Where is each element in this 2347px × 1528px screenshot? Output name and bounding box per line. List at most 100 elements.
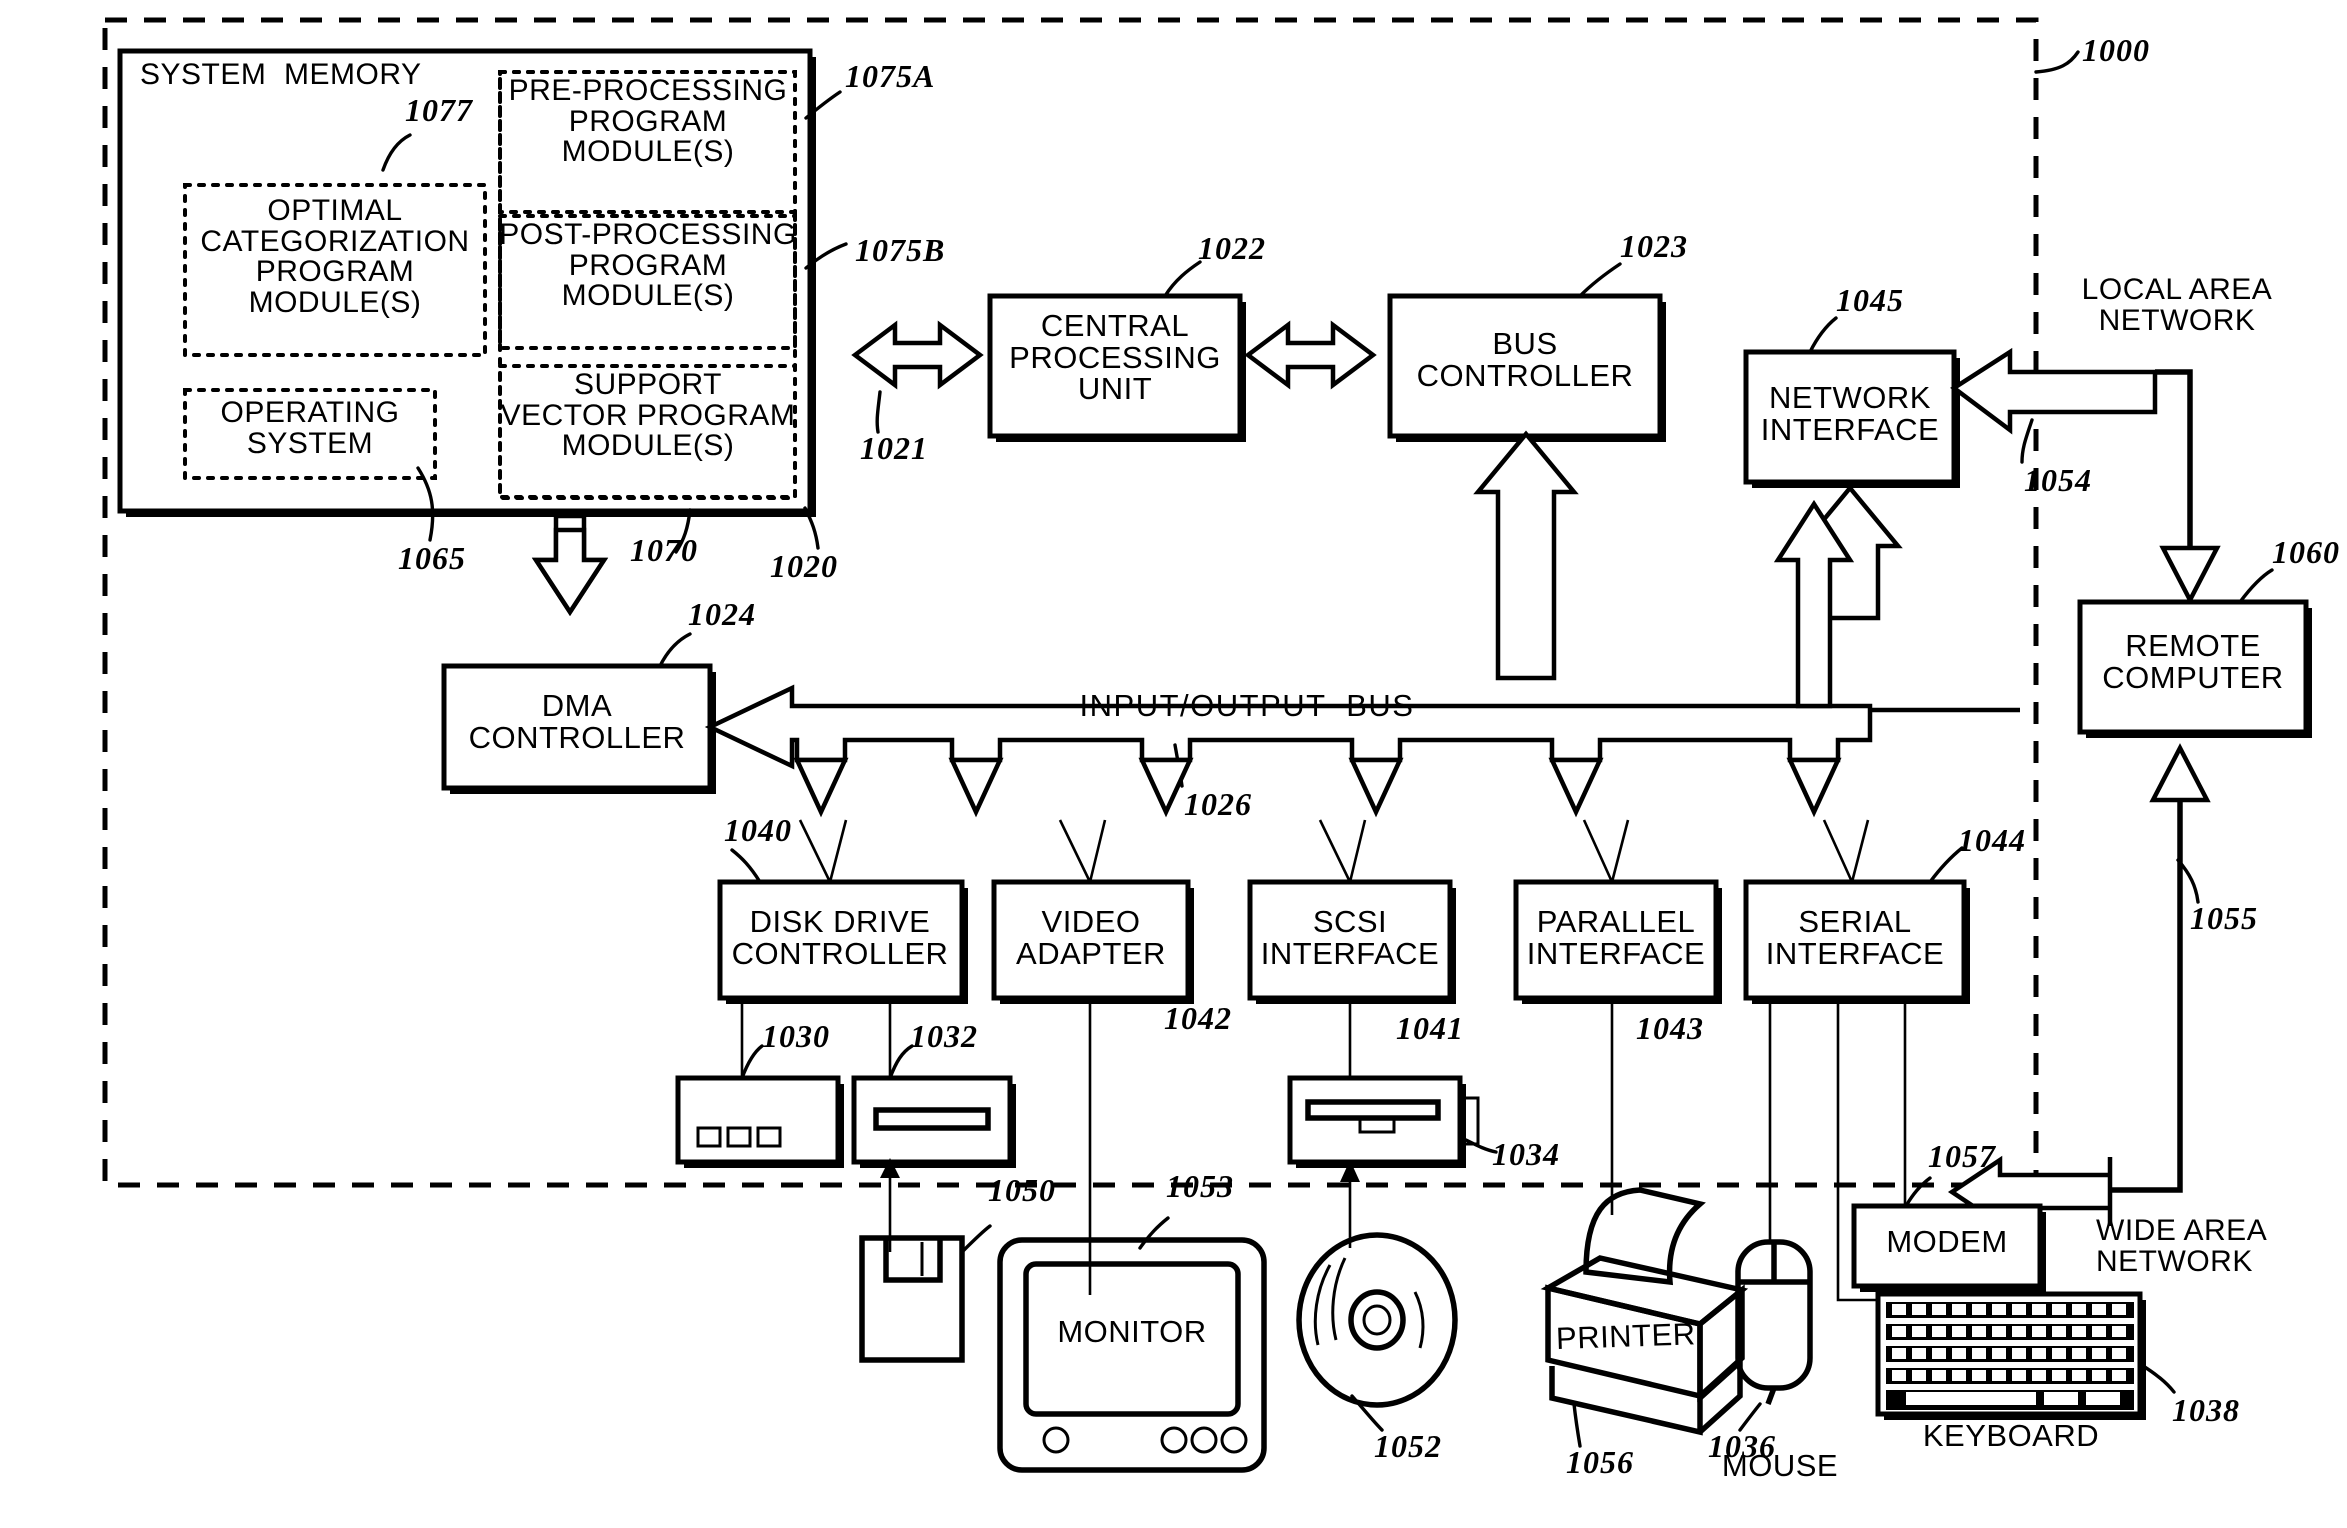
text-line: NETWORK xyxy=(1769,380,1931,415)
lan-link-line xyxy=(2155,369,2193,555)
ref-1077: 1077 xyxy=(405,92,473,128)
leader-1023 xyxy=(1578,262,1622,298)
monitor-icon xyxy=(997,1237,1267,1473)
io-drop-parallel xyxy=(1348,757,1404,818)
leader-1024 xyxy=(658,632,692,668)
conn-scsi xyxy=(1318,819,1367,883)
ref-1055: 1055 xyxy=(2190,900,2258,936)
wan-label: WIDE AREA NETWORK xyxy=(2096,1214,2326,1277)
bus-controller-label: BUS CONTROLLER xyxy=(1390,328,1660,391)
ref-1023: 1023 xyxy=(1620,228,1688,264)
ref-1070: 1070 xyxy=(630,532,698,568)
text-line: PROGRAM xyxy=(568,104,728,138)
text-line: DISK DRIVE xyxy=(749,904,931,939)
ref-1057: 1057 xyxy=(1928,1138,1996,1174)
conn-parallel xyxy=(1582,819,1630,883)
leader-1022 xyxy=(1163,260,1202,298)
memory-cpu-bus-arrow xyxy=(851,320,984,390)
ref-1045: 1045 xyxy=(1836,282,1904,318)
ref-1043: 1043 xyxy=(1636,1010,1704,1046)
ref-1022: 1022 xyxy=(1198,230,1266,266)
ref-1024: 1024 xyxy=(688,596,756,632)
post-processing-label: POST-PROCESSING PROGRAM MODULE(S) xyxy=(498,218,798,312)
text-line: POST-PROCESSING xyxy=(499,218,797,251)
printer-label: PRINTER xyxy=(1555,1316,1697,1357)
cpu-label: CENTRAL PROCESSING UNIT xyxy=(990,310,1240,405)
pre-processing-label: PRE-PROCESSING PROGRAM MODULE(S) xyxy=(498,75,798,168)
ref-1050: 1050 xyxy=(988,1172,1056,1208)
leader-1036 xyxy=(1738,1402,1762,1432)
conn-disk xyxy=(798,819,848,883)
text-line: NETWORK xyxy=(2098,303,2256,337)
text-line: SYSTEM xyxy=(246,426,374,460)
text-line: VIDEO xyxy=(1041,904,1141,939)
leader-1054 xyxy=(2020,418,2034,464)
serial-interface-label: SERIAL INTERFACE xyxy=(1744,906,1966,969)
ref-1026: 1026 xyxy=(1184,786,1252,822)
io-drop-serial xyxy=(1548,757,1604,818)
lan-arrow xyxy=(1950,347,2158,435)
ref-1056: 1056 xyxy=(1566,1444,1634,1480)
text-line: ADAPTER xyxy=(1016,935,1166,971)
figure-canvas: .s { fill:none; stroke:#000; stroke-widt… xyxy=(0,0,2347,1528)
cpu-bus-controller-arrow xyxy=(1244,320,1377,390)
leader-1050 xyxy=(960,1224,992,1254)
text-line: SCSI xyxy=(1312,904,1388,939)
keyboard-label: KEYBOARD xyxy=(1922,1418,2100,1453)
cdrom-disc-icon xyxy=(1296,1232,1458,1408)
text-line: MODULE(S) xyxy=(561,429,735,463)
operating-system-label: OPERATING SYSTEM xyxy=(185,396,435,460)
ref-1075A: 1075A xyxy=(845,58,936,94)
ref-1000: 1000 xyxy=(2082,32,2150,68)
ref-1052: 1052 xyxy=(1374,1428,1442,1464)
system-memory-title: SYSTEM MEMORY xyxy=(140,58,422,91)
text-line: SUPPORT xyxy=(574,368,722,401)
support-vector-label: SUPPORT VECTOR PROGRAM MODULE(S) xyxy=(498,368,798,463)
io-drop-network xyxy=(1786,757,1842,818)
ref-1020: 1020 xyxy=(770,548,838,584)
ref-1053: 1053 xyxy=(1166,1168,1234,1204)
text-line: DMA xyxy=(541,688,613,723)
io-drop-video xyxy=(948,757,1004,818)
lan-label: LOCAL AREA NETWORK xyxy=(2052,274,2302,337)
modem-label: MODEM xyxy=(1886,1224,2008,1259)
text-line: OPERATING xyxy=(220,396,400,429)
leader-1052 xyxy=(1350,1394,1384,1432)
io-drop-disk xyxy=(793,757,849,818)
text-line: PARALLEL xyxy=(1536,904,1696,939)
conn-serial xyxy=(1822,819,1870,883)
ref-1038: 1038 xyxy=(2172,1392,2240,1428)
dma-controller-label: DMA CONTROLLER xyxy=(444,690,710,753)
ref-1065: 1065 xyxy=(398,540,466,576)
io-bus-label: INPUT/OUTPUT BUS xyxy=(1079,688,1415,723)
leader-1057 xyxy=(1904,1176,1932,1208)
leader-1040 xyxy=(730,848,762,884)
bus-controller-io-arrow xyxy=(1473,430,1579,681)
ref-1032: 1032 xyxy=(910,1018,978,1054)
ref-1021: 1021 xyxy=(860,430,928,466)
keyboard-icon xyxy=(1875,1291,2146,1420)
text-line: CONTROLLER xyxy=(1416,357,1634,393)
text-line: WIDE AREA xyxy=(2096,1214,2268,1247)
text-line: OPTIMAL xyxy=(267,194,403,227)
text-line: REMOTE xyxy=(2125,628,2261,663)
ref-1034: 1034 xyxy=(1492,1136,1560,1172)
ref-1075B: 1075B xyxy=(855,232,946,268)
text-line: INTERFACE xyxy=(1260,935,1440,971)
text-line: COMPUTER xyxy=(2102,659,2284,695)
text-line: SERIAL xyxy=(1798,904,1912,939)
optimal-categorization-label: OPTIMAL CATEGORIZATION PROGRAM MODULE(S) xyxy=(185,194,485,318)
wan-up-arrow xyxy=(2149,743,2211,803)
text-line: INTERFACE xyxy=(1526,935,1706,971)
text-line: PROGRAM xyxy=(568,248,728,282)
leader-1021 xyxy=(875,390,882,434)
network-interface-label: NETWORK INTERFACE xyxy=(1746,382,1954,445)
leader-1053 xyxy=(1138,1216,1170,1250)
text-line: CATEGORIZATION xyxy=(200,224,470,258)
conn-video xyxy=(1058,819,1107,883)
mouse-label: MOUSE xyxy=(1721,1448,1839,1483)
ref-1040: 1040 xyxy=(724,812,792,848)
leader-1032 xyxy=(888,1044,914,1080)
leader-1056 xyxy=(1572,1402,1582,1448)
printer-icon xyxy=(1540,1187,1749,1436)
